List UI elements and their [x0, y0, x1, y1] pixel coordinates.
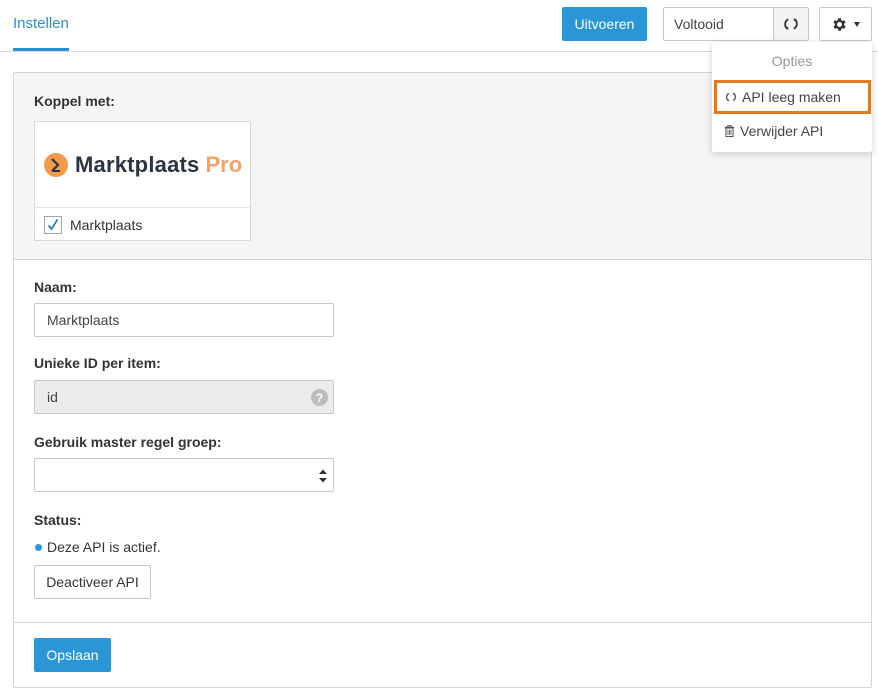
status-indicator-dot — [35, 544, 42, 551]
save-button[interactable]: Opslaan — [34, 638, 111, 672]
refresh-button[interactable] — [773, 7, 809, 41]
refresh-icon — [725, 92, 737, 102]
logo-pro-text: Pro — [205, 151, 243, 177]
marktplaats-logo-icon — [44, 152, 68, 177]
chevron-down-icon — [854, 21, 860, 27]
help-icon[interactable]: ? — [311, 389, 328, 406]
settings-dropdown-button[interactable] — [819, 7, 872, 41]
menu-item-delete-api[interactable]: Verwijder API — [712, 114, 872, 148]
gear-icon — [833, 17, 846, 31]
dropdown-header: Opties — [771, 53, 813, 69]
integration-card-marktplaats[interactable]: Marktplaats Pro Marktplaats — [34, 121, 251, 241]
master-group-label: Gebruik master regel groep: — [34, 434, 222, 450]
unique-id-value: id — [47, 389, 58, 405]
logo-text: Marktplaats — [75, 151, 200, 177]
menu-item-clear-api[interactable]: API leeg maken — [714, 80, 871, 114]
marktplaats-checkbox[interactable] — [44, 216, 62, 234]
select-arrows-icon — [319, 469, 327, 483]
status-field: Voltooid — [663, 7, 774, 41]
tab-active-indicator — [13, 48, 69, 51]
check-icon — [47, 219, 59, 231]
refresh-icon — [784, 18, 798, 30]
status-text: Deze API is actief. — [47, 539, 161, 555]
menu-item-label: Verwijder API — [740, 123, 824, 139]
marktplaats-option-label: Marktplaats — [70, 217, 143, 233]
marktplaats-logo: Marktplaats Pro — [35, 122, 250, 208]
master-group-select[interactable] — [34, 458, 334, 492]
connect-label: Koppel met: — [34, 93, 115, 109]
run-button[interactable]: Uitvoeren — [562, 7, 647, 41]
name-label: Naam: — [34, 279, 77, 295]
deactivate-api-button[interactable]: Deactiveer API — [34, 565, 151, 599]
trash-icon — [724, 125, 735, 137]
menu-item-label: API leeg maken — [742, 89, 841, 105]
options-dropdown: Opties API leeg maken Verwijder API — [712, 42, 872, 152]
tab-instellen[interactable]: Instellen — [13, 0, 69, 52]
settings-panel: Koppel met: Marktplaats Pro Marktplaats — [13, 72, 872, 688]
status-label: Status: — [34, 512, 82, 528]
name-input[interactable]: Marktplaats — [34, 303, 334, 337]
footer-divider — [14, 622, 871, 623]
unique-id-label: Unieke ID per item: — [34, 355, 161, 371]
unique-id-select[interactable]: id — [34, 380, 334, 414]
